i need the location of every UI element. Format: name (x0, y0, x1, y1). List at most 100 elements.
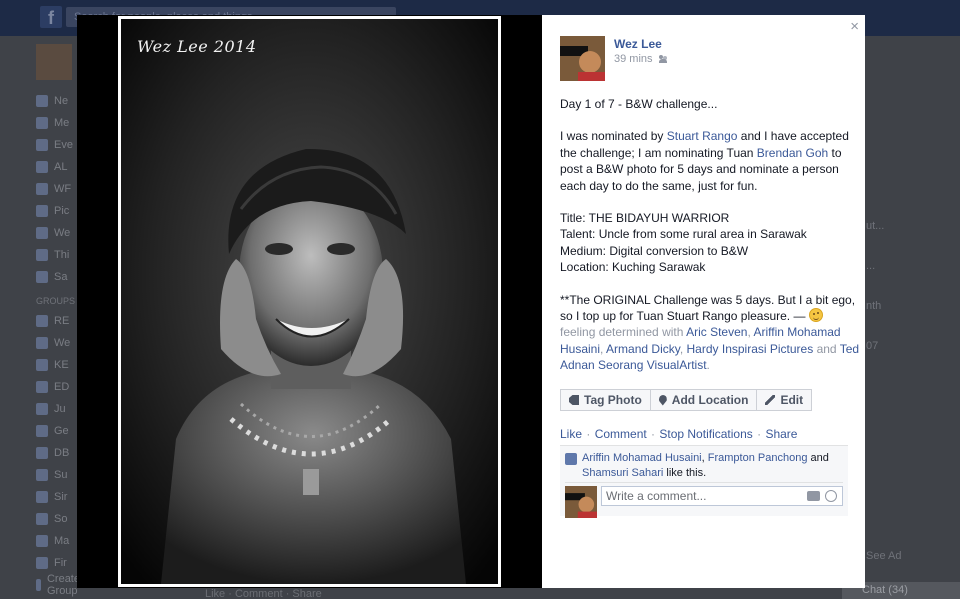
group-item[interactable]: Ju (36, 398, 80, 420)
wink-emoji-icon (808, 308, 823, 323)
post-details: Title: THE BIDAYUH WARRIOR Talent: Uncle… (560, 210, 860, 276)
separator: , (679, 341, 687, 356)
nav-icon (36, 271, 48, 283)
tag-link-stuart[interactable]: Stuart Rango (667, 129, 738, 143)
avatar[interactable] (36, 44, 72, 80)
photo-actions: Tag Photo Add Location Edit (560, 389, 813, 411)
friends-privacy-icon[interactable] (658, 55, 669, 63)
comment-placeholder: Write a comment... (606, 489, 707, 503)
sidebar-item[interactable]: WF (36, 178, 80, 200)
stop-notifications-link[interactable]: Stop Notifications (659, 427, 752, 441)
comment-link[interactable]: Comment (595, 427, 647, 441)
post-timestamp[interactable]: 39 mins (614, 53, 669, 65)
group-item-label: Su (54, 469, 68, 481)
nav-icon (36, 249, 48, 261)
tag-link[interactable]: Armand Dicky (606, 342, 680, 356)
background-bottom-links: Like · Comment · Share (205, 588, 322, 599)
group-item[interactable]: Su (36, 464, 80, 486)
liker-link[interactable]: Shamsuri Sahari (582, 467, 663, 479)
right-column-item[interactable]: ... (866, 260, 960, 300)
right-column-item[interactable]: ut... (866, 220, 960, 260)
group-icon (36, 315, 48, 327)
ufi-links: Like · Comment · Stop Notifications · Sh… (560, 427, 797, 441)
close-icon[interactable]: × (850, 18, 859, 35)
sidebar-item-label: Me (54, 117, 70, 129)
group-item[interactable]: ED (36, 376, 80, 398)
sidebar-item[interactable]: We (36, 222, 80, 244)
photo[interactable]: Wez Lee 2014 (118, 16, 501, 587)
group-item[interactable]: We (36, 332, 80, 354)
group-item-label: RE (54, 315, 70, 327)
group-item[interactable]: KE (36, 354, 80, 376)
timestamp-label[interactable]: 39 mins (614, 53, 653, 65)
sidebar-item[interactable]: Ne (36, 90, 80, 112)
emoticon-icon[interactable] (825, 490, 837, 502)
sidebar-item-label: AL (54, 161, 68, 173)
tag-link-brendan[interactable]: Brendan Goh (757, 146, 828, 160)
sidebar-item[interactable]: Me (36, 112, 80, 134)
sidebar-item-label: WF (54, 183, 72, 195)
group-icon (36, 425, 48, 437)
sidebar-item-label: Ne (54, 95, 69, 107)
commenter-avatar[interactable] (565, 486, 597, 518)
liker-link[interactable]: Frampton Panchong (708, 452, 808, 464)
sidebar-item[interactable]: Thi (36, 244, 80, 266)
thumbs-up-icon (565, 453, 577, 465)
sidebar-item[interactable]: Sa (36, 266, 80, 288)
tag-icon (569, 395, 579, 405)
feeling-text: feeling determined with (560, 325, 687, 340)
group-icon (36, 337, 48, 349)
like-link[interactable]: Like (560, 427, 582, 441)
right-column-item[interactable]: nth (866, 300, 960, 340)
group-icon (36, 469, 48, 481)
nav-icon (36, 183, 48, 195)
location-line: Location: Kuching Sarawak (560, 260, 706, 275)
post-paragraph: I was nominated by Stuart Rango and I ha… (560, 128, 860, 194)
liker-link[interactable]: Ariffin Mohamad Husaini (582, 452, 702, 464)
talent-line: Talent: Uncle from some rural area in Sa… (560, 227, 807, 242)
sidebar-item[interactable]: Eve (36, 134, 80, 156)
group-item[interactable]: So (36, 508, 80, 530)
photo-sidebar: × Wez Lee 39 mins Day 1 of 7 - B&W chall… (542, 15, 865, 588)
facebook-logo-icon[interactable]: f (40, 6, 62, 28)
group-item[interactable]: DB (36, 442, 80, 464)
edit-button[interactable]: Edit (756, 389, 813, 411)
right-column-item[interactable]: 07 (866, 340, 960, 380)
tag-link[interactable]: Hardy Inspirasi Pictures (687, 342, 814, 356)
group-item[interactable]: Sir (36, 486, 80, 508)
separator: · (583, 427, 594, 441)
group-item-label: ED (54, 381, 70, 393)
portrait-photo (121, 19, 498, 584)
tag-link[interactable]: Aric Steven (686, 325, 747, 339)
sidebar-item-label: Thi (54, 249, 70, 261)
photo-watermark: Wez Lee 2014 (137, 37, 257, 56)
group-item[interactable]: Create Group (36, 573, 80, 597)
group-item-label: Ma (54, 535, 70, 547)
tag-photo-button[interactable]: Tag Photo (560, 389, 651, 411)
nav-icon (36, 161, 48, 173)
group-item[interactable]: Fir (36, 552, 80, 574)
post-text: Day 1 of 7 - B&W challenge... I was nomi… (560, 96, 860, 390)
nav-icon (36, 227, 48, 239)
comment-composer: Write a comment... (565, 482, 843, 518)
add-location-button[interactable]: Add Location (649, 389, 758, 411)
author-name[interactable]: Wez Lee (614, 37, 662, 51)
sidebar-item[interactable]: AL (36, 156, 80, 178)
author-avatar[interactable] (560, 36, 605, 81)
camera-icon[interactable] (807, 491, 820, 501)
see-ad-link[interactable]: See Ad (866, 550, 960, 562)
share-link[interactable]: Share (765, 427, 797, 441)
medium-line: Medium: Digital conversion to B&W (560, 243, 749, 258)
group-item-label: So (54, 513, 68, 525)
group-item[interactable]: Ge (36, 420, 80, 442)
ufi-box: Ariffin Mohamad Husaini, Frampton Pancho… (560, 445, 848, 518)
sidebar-item-label: Sa (54, 271, 68, 283)
comment-input[interactable]: Write a comment... (601, 486, 843, 506)
group-item[interactable]: RE (36, 310, 80, 332)
nav-icon (36, 117, 48, 129)
group-item[interactable]: Ma (36, 530, 80, 552)
right-column: ut...... nth 07 See Ad (866, 220, 960, 562)
group-icon (36, 557, 48, 569)
sidebar-item[interactable]: Pic (36, 200, 80, 222)
nav-icon (36, 95, 48, 107)
